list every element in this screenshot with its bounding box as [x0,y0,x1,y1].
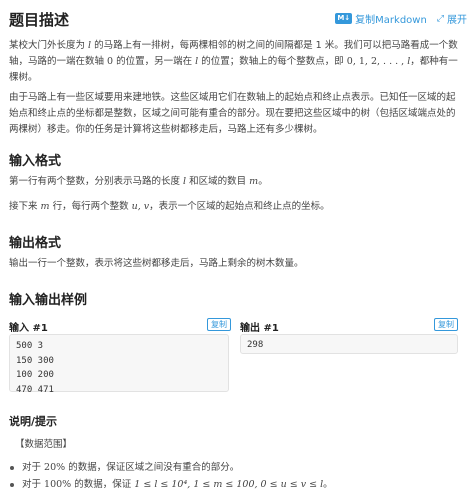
bullet-dot [10,482,14,487]
expand-icon: ⤢ [436,13,444,24]
math-num: 100% [44,479,72,490]
input-text: 接下来 [9,201,38,212]
markdown-icon: M↓ [335,13,353,24]
copy-markdown-label: 复制Markdown [355,15,427,26]
expand-label: 展开 [447,15,467,26]
input-text: 行，每行两个整数 [52,201,129,212]
math-var: l [195,56,199,67]
input-format-line-1: 第一行有两个整数，分别表示马路的长度 l 和区域的数目 m。 [9,174,464,190]
expand-button[interactable]: ⤢ 展开 [427,11,467,27]
hint-heading: 说明/提示 [9,415,58,428]
math-var: l [183,176,187,187]
hint-bullet-2: 对于 100% 的数据，保证 1 ≤ l ≤ 10⁴, 1 ≤ m ≤ 100,… [10,476,465,490]
input-text: 。 [258,176,268,187]
description-paragraph-2: 由于马路上有一些区域要用来建地铁。这些区域用它们在数轴上的起始点和终止点表示。已… [9,92,456,135]
desc-text: 某校大门外长度为 [9,40,86,51]
hint-text: 对于 [22,462,42,473]
hint-text: 的数据，保证 [74,479,132,490]
math-num: 20% [44,462,66,473]
copy-output-button[interactable]: 复制 [434,318,458,331]
input-text: 和区域的数目 [189,176,247,187]
input-format-line-2: 接下来 m 行，每行两个整数 u, v，表示一个区域的起始点和终止点的坐标。 [9,199,464,215]
math-var: u, v [131,201,150,212]
output-format-heading: 输出格式 [9,236,62,251]
sample-input-box[interactable]: 500 3 150 300 100 200 470 471 [9,334,229,395]
copy-markdown-button[interactable]: M↓ 复制Markdown [335,11,427,26]
hint-text: 。 [323,479,333,490]
problem-page: 题目描述 M↓ 复制Markdown ⤢ 展开 某校大门外长度为 l 的马路上有… [0,0,474,495]
hint-text: 对于 [22,479,42,490]
math-var: m [40,201,50,212]
desc-text: 的位置，另一端在 [116,56,193,67]
description-paragraph-1: 某校大门外长度为 l 的马路上有一排树，每两棵相邻的树之间的间隔都是 1 米。我… [9,38,464,86]
input-text: 第一行有两个整数，分别表示马路的长度 [9,176,181,187]
samples-heading: 输入输出样例 [9,293,88,308]
code-line: 298 [247,340,264,350]
input-format-heading: 输入格式 [9,154,62,169]
math-num: 0 [107,56,114,67]
math-var: l [88,40,92,51]
sample-output-label: 输出 #1 [240,323,279,334]
desc-text: 的位置；数轴上的每个整数点，即 [201,56,344,67]
bullet-dot [10,465,14,470]
math-constraints: 1 ≤ l ≤ 10⁴, 1 ≤ m ≤ 100, 0 ≤ u ≤ v ≤ l [134,479,324,490]
math-var: m [249,176,259,187]
hint-text: 的数据，保证区域之间没有重合的部分。 [68,462,240,473]
code-line: 470 471 [16,384,54,395]
math-seq: 0, 1, 2, . . . , [346,56,408,67]
code-line: 150 300 [16,355,54,366]
input-text: ，表示一个区域的起始点和终止点的坐标。 [149,201,330,212]
sample-output-box[interactable]: 298 [240,334,458,354]
data-range-label: 【数据范围】 [15,439,73,450]
title-actions: M↓ 复制Markdown ⤢ 展开 [335,11,467,26]
output-format-line-1: 输出一行一个整数，表示将这些树都移走后，马路上剩余的树木数量。 [9,258,304,269]
code-line: 500 3 [16,341,44,351]
copy-input-button[interactable]: 复制 [207,318,231,331]
hint-bullet-1: 对于 20% 的数据，保证区域之间没有重合的部分。 [10,459,465,473]
code-line: 100 200 [16,370,54,380]
page-title: 题目描述 [9,11,70,29]
title-row: 题目描述 M↓ 复制Markdown ⤢ 展开 [9,9,467,33]
sample-input-label: 输入 #1 [9,323,48,334]
